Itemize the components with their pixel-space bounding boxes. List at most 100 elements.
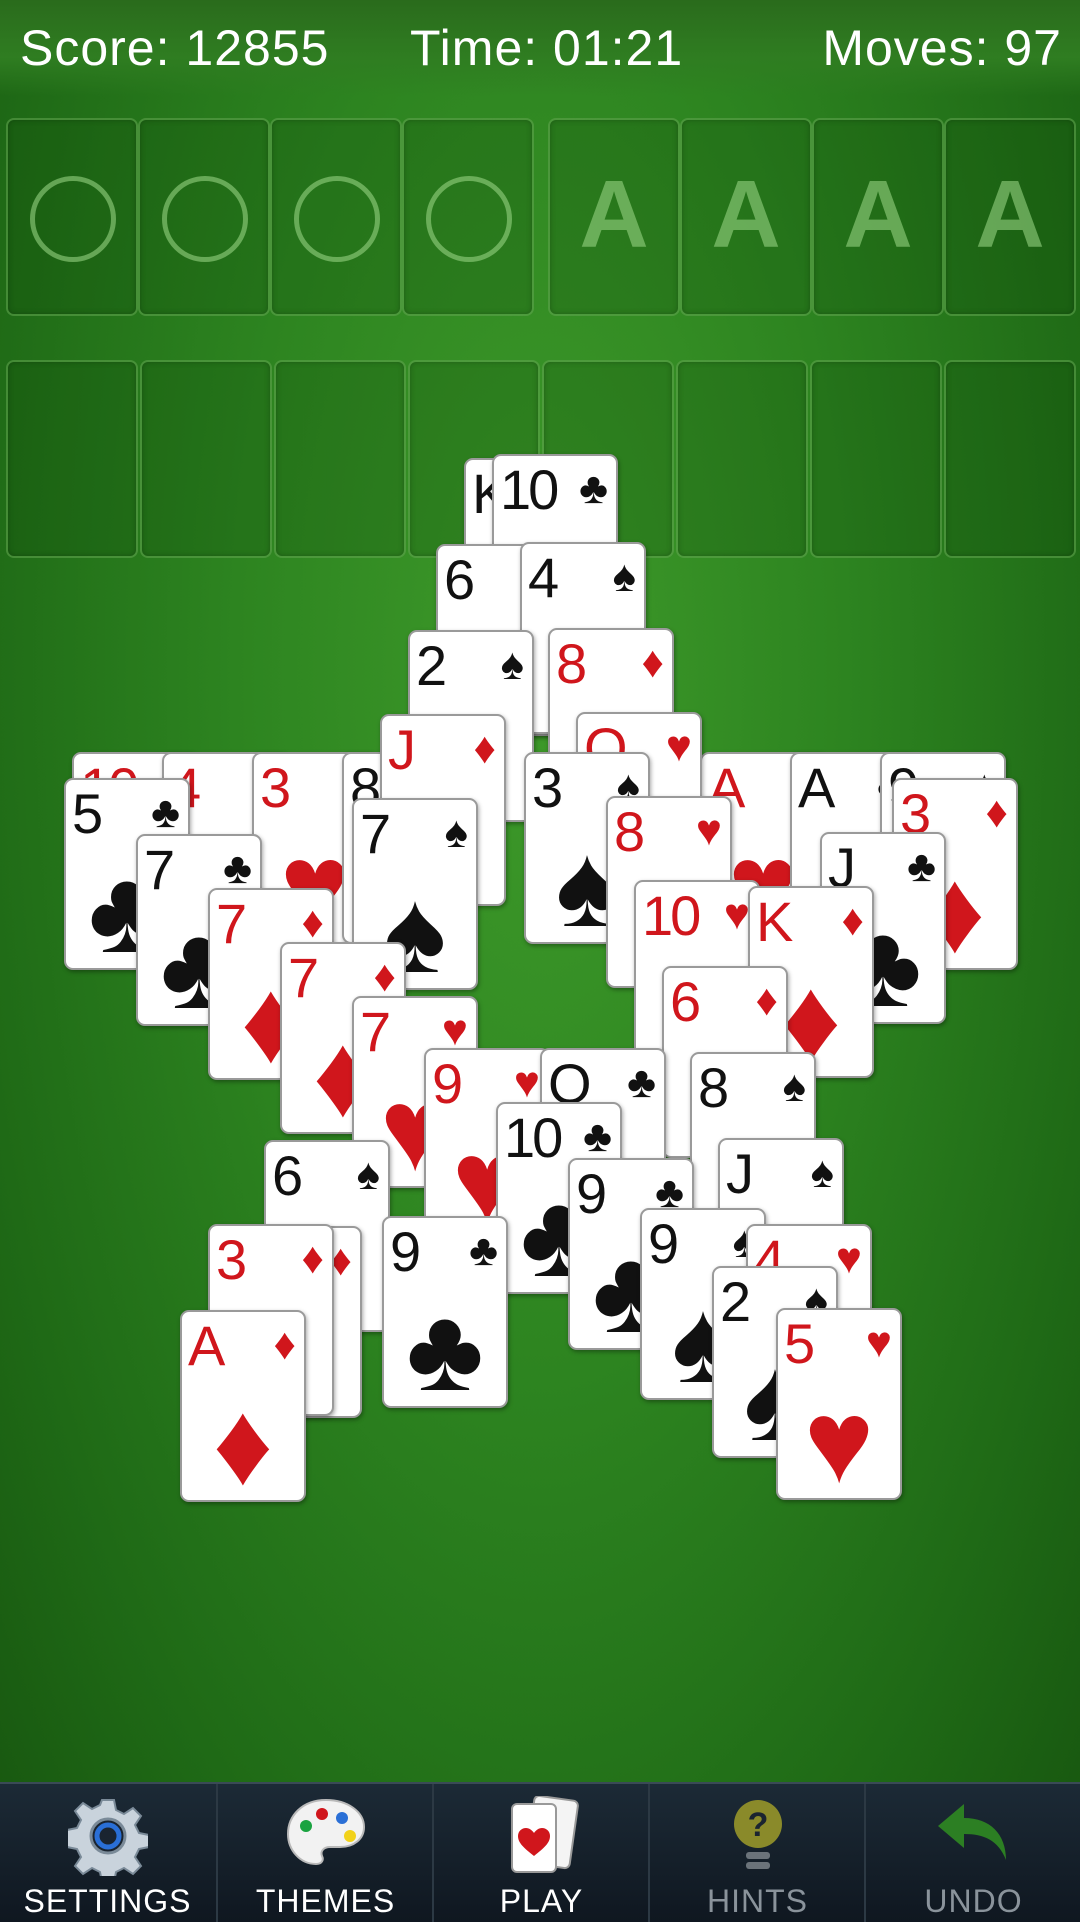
foundation-label: A	[579, 161, 649, 268]
card-suit-icon: ♣	[469, 1226, 498, 1275]
settings-label: SETTINGS	[23, 1883, 192, 1919]
tableau-slot-6[interactable]	[676, 360, 808, 558]
card-suit-icon: ♦	[755, 976, 778, 1025]
card-suit-icon: ♥	[665, 722, 692, 771]
card-rank: A	[188, 1314, 225, 1377]
play-button[interactable]: PLAY	[432, 1784, 649, 1922]
themes-label: THEMES	[255, 1883, 396, 1919]
score-label: Score: 12855	[20, 20, 330, 76]
card-suit-icon: ♣	[583, 1112, 612, 1161]
card-suit-icon: ♦	[373, 952, 396, 1001]
card-suit-icon: ♦	[473, 724, 496, 773]
playing-card[interactable]: A ♦ ♦	[180, 1310, 306, 1502]
card-rank: 7	[360, 1000, 391, 1063]
card-suit-large-icon: ♣	[406, 1284, 484, 1408]
undo-button[interactable]: UNDO	[864, 1784, 1080, 1922]
card-suit-large-icon: ♥	[803, 1376, 875, 1500]
time-label: Time: 01:21	[410, 20, 684, 76]
free-cell-icon	[294, 176, 380, 262]
card-rank: 3	[216, 1228, 247, 1291]
free-cell-2[interactable]	[138, 118, 270, 316]
card-rank: 6	[272, 1144, 303, 1207]
card-suit-icon: ♦	[301, 1234, 324, 1283]
playing-card[interactable]: 5 ♥ ♥	[776, 1308, 902, 1500]
cards-icon	[504, 1794, 580, 1881]
card-rank: 7	[288, 946, 319, 1009]
free-cell-3[interactable]	[270, 118, 402, 316]
foundation-1[interactable]: A	[548, 118, 680, 316]
card-suit-icon: ♣	[627, 1058, 656, 1107]
card-suit-icon: ♦	[985, 788, 1008, 837]
card-rank: 9	[390, 1220, 421, 1283]
card-rank: 7	[144, 838, 175, 901]
card-rank: 8	[698, 1056, 729, 1119]
card-rank: 6	[444, 548, 475, 611]
card-rank: 7	[216, 892, 247, 955]
card-suit-icon: ♦	[273, 1320, 296, 1369]
foundation-3[interactable]: A	[812, 118, 944, 316]
tableau-slot-2[interactable]	[140, 360, 272, 558]
card-rank: 8	[556, 632, 587, 695]
tableau-slot-8[interactable]	[944, 360, 1076, 558]
card-suit-icon: ♣	[907, 842, 936, 891]
play-label: PLAY	[499, 1883, 584, 1919]
card-suit-large-icon: ♦	[212, 1378, 274, 1502]
card-rank: 7	[360, 802, 391, 865]
card-rank: 9	[576, 1162, 607, 1225]
card-rank: K	[756, 890, 793, 953]
free-cell-icon	[162, 176, 248, 262]
card-suit-icon: ♣	[151, 788, 180, 837]
card-suit-icon: ♠	[612, 552, 636, 601]
gear-icon	[65, 1796, 150, 1883]
tableau-slot-7[interactable]	[810, 360, 942, 558]
card-suit-icon: ♠	[782, 1062, 806, 1111]
card-rank: 9	[648, 1212, 679, 1275]
themes-button[interactable]: THEMES	[216, 1784, 433, 1922]
bottom-toolbar: SETTINGS THEMES PLAY ? HINTS UNDO	[0, 1782, 1080, 1922]
lightbulb-icon: ?	[728, 1796, 788, 1881]
card-rank: 6	[670, 970, 701, 1033]
card-rank: 2	[416, 634, 447, 697]
card-suit-icon: ♣	[579, 464, 608, 513]
card-suit-icon: ♠	[500, 640, 524, 689]
playing-card[interactable]: 9 ♣ ♣	[382, 1216, 508, 1408]
tableau-slot-3[interactable]	[274, 360, 406, 558]
card-rank: 9	[432, 1052, 463, 1115]
card-rank: 4	[528, 546, 559, 609]
card-rank: 5	[72, 782, 103, 845]
settings-button[interactable]: SETTINGS	[0, 1784, 215, 1922]
hints-label: HINTS	[707, 1883, 808, 1919]
card-suit-icon: ♦	[641, 638, 664, 687]
free-cell-4[interactable]	[402, 118, 534, 316]
free-cell-icon	[30, 176, 116, 262]
card-suit-icon: ♣	[223, 844, 252, 893]
card-suit-icon: ♥	[835, 1234, 862, 1283]
card-suit-icon: ♦	[841, 896, 864, 945]
card-suit-icon: ♥	[695, 806, 722, 855]
tableau-slot-1[interactable]	[6, 360, 138, 558]
svg-text:?: ?	[747, 1806, 768, 1844]
card-suit-icon: ♥	[865, 1318, 892, 1367]
card-suit-icon: ♥	[723, 890, 750, 939]
card-rank: 8	[614, 800, 645, 863]
card-rank: 10	[642, 884, 701, 947]
card-suit-icon: ♠	[810, 1148, 834, 1197]
card-rank: J	[388, 718, 416, 781]
card-rank: 10	[504, 1106, 563, 1169]
card-rank: 2	[720, 1270, 751, 1333]
card-rank: A	[798, 756, 835, 819]
undo-arrow-icon	[934, 1796, 1014, 1877]
card-suit-icon: ♦	[301, 898, 324, 947]
palette-icon	[284, 1796, 368, 1877]
card-rank: 10	[500, 458, 559, 521]
foundation-4[interactable]: A	[944, 118, 1076, 316]
foundation-label: A	[711, 161, 781, 268]
card-suit-icon: ♠	[356, 1150, 380, 1199]
moves-label: Moves: 97	[822, 20, 1062, 76]
top-bar: Score: 12855 Time: 01:21 Moves: 97	[0, 0, 1080, 96]
free-cell-1[interactable]	[6, 118, 138, 316]
foundation-2[interactable]: A	[680, 118, 812, 316]
free-cell-icon	[426, 176, 512, 262]
hints-button[interactable]: ? HINTS	[648, 1784, 865, 1922]
card-rank: 5	[784, 1312, 815, 1375]
